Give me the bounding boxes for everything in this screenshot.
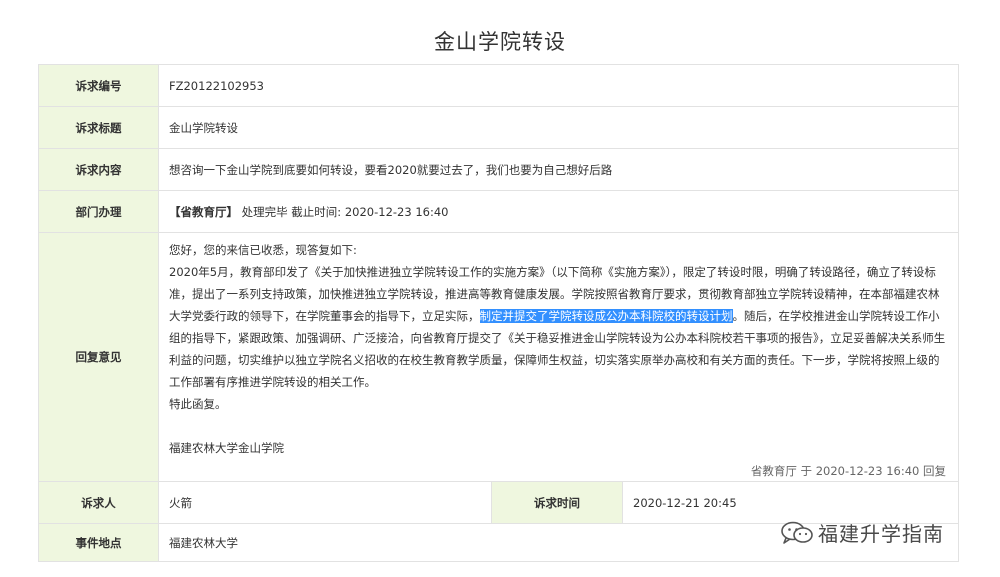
reply-body: 2020年5月，教育部印发了《关于加快推进独立学院转设工作的实施方案》（以下简称… <box>169 261 948 393</box>
location-label: 事件地点 <box>38 523 159 562</box>
petition-content-value: 想咨询一下金山学院到底要如何转设，要看2020就要过去了，我们也要为自己想好后路 <box>157 148 960 191</box>
reply-greeting: 您好，您的来信已收悉，现答复如下: <box>169 243 357 257</box>
page-title: 金山学院转设 <box>434 30 566 54</box>
row-petition-title: 诉求标题 金山学院转设 <box>38 106 960 149</box>
row-petition-content: 诉求内容 想咨询一下金山学院到底要如何转设，要看2020就要过去了，我们也要为自… <box>38 148 960 191</box>
reply-closing: 特此函复。 <box>169 397 227 411</box>
row-petition-id: 诉求编号 FZ20122102953 <box>38 64 960 107</box>
petition-title-label: 诉求标题 <box>38 106 159 149</box>
reply-content: 您好，您的来信已收悉，现答复如下: 2020年5月，教育部印发了《关于加快推进独… <box>157 232 960 482</box>
row-department: 部门办理 【省教育厅】 处理完毕 截止时间: 2020-12-23 16:40 <box>38 190 960 233</box>
petition-detail-table: 诉求编号 FZ20122102953 诉求标题 金山学院转设 诉求内容 想咨询一… <box>38 64 960 562</box>
department-name: 【省教育厅】 <box>169 204 238 219</box>
petition-title-value: 金山学院转设 <box>157 106 960 149</box>
petition-id-label: 诉求编号 <box>38 64 159 107</box>
watermark-text: 福建升学指南 <box>818 522 944 546</box>
petition-time-label: 诉求时间 <box>491 481 623 524</box>
department-status: 处理完毕 截止时间: 2020-12-23 16:40 <box>241 204 449 219</box>
watermark: 福建升学指南 <box>780 518 944 547</box>
department-label: 部门办理 <box>38 190 159 233</box>
reply-signature: 福建农林大学金山学院 <box>169 441 284 455</box>
petitioner-value: 火箭 <box>158 481 492 524</box>
petitioner-label: 诉求人 <box>38 481 159 524</box>
reply-label: 回复意见 <box>38 232 159 482</box>
wechat-icon <box>781 521 813 544</box>
reply-body-highlight[interactable]: 制定并提交了学院转设成公办本科院校的转设计划 <box>479 309 733 323</box>
petition-content-label: 诉求内容 <box>38 148 159 191</box>
reply-meta: 省教育厅 于 2020-12-23 16:40 回复 <box>750 464 947 478</box>
row-reply: 回复意见 您好，您的来信已收悉，现答复如下: 2020年5月，教育部印发了《关于… <box>38 232 960 482</box>
department-value: 【省教育厅】 处理完毕 截止时间: 2020-12-23 16:40 <box>157 190 960 233</box>
petition-id-value: FZ20122102953 <box>157 64 960 107</box>
